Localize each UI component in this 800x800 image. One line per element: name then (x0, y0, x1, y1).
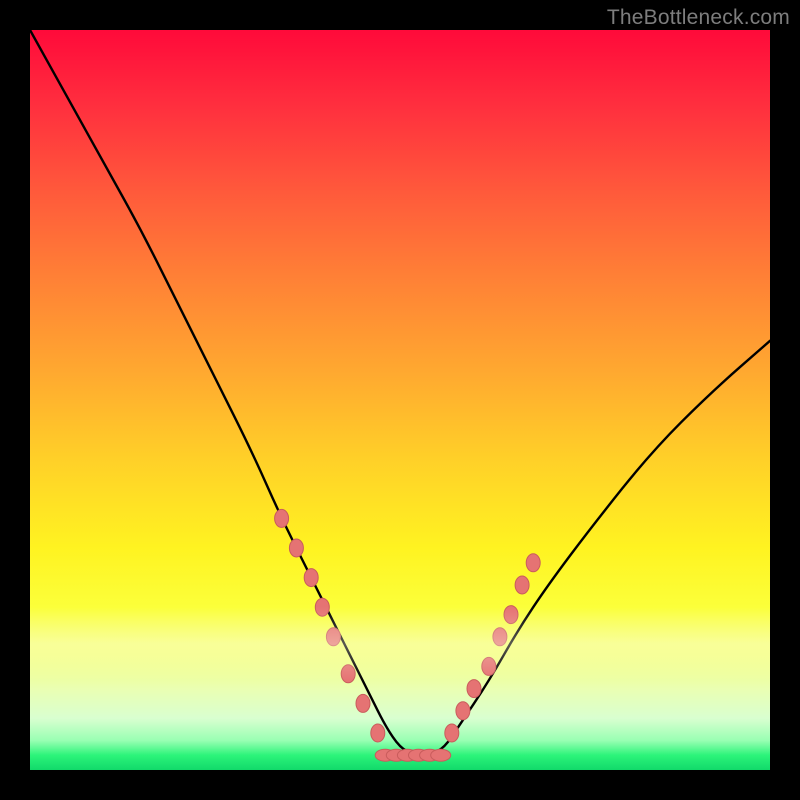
dot-right-0 (445, 724, 459, 742)
dot-left-0 (275, 509, 289, 527)
dot-left-7 (371, 724, 385, 742)
dot-right-4 (493, 628, 507, 646)
dot-left-5 (341, 665, 355, 683)
dot-right-5 (504, 606, 518, 624)
dot-bottom-5 (431, 749, 451, 761)
dot-left-2 (304, 569, 318, 587)
watermark-text: TheBottleneck.com (607, 6, 790, 30)
dot-left-1 (289, 539, 303, 557)
dot-left-4 (326, 628, 340, 646)
dot-left-6 (356, 694, 370, 712)
dot-right-7 (526, 554, 540, 572)
dot-right-2 (467, 680, 481, 698)
dot-left-3 (315, 598, 329, 616)
dot-right-6 (515, 576, 529, 594)
chart-frame: TheBottleneck.com (0, 0, 800, 800)
dots-group (275, 509, 541, 761)
dot-right-1 (456, 702, 470, 720)
bottleneck-curve (30, 30, 770, 755)
curve-svg (30, 30, 770, 770)
dot-right-3 (482, 657, 496, 675)
plot-area (30, 30, 770, 770)
